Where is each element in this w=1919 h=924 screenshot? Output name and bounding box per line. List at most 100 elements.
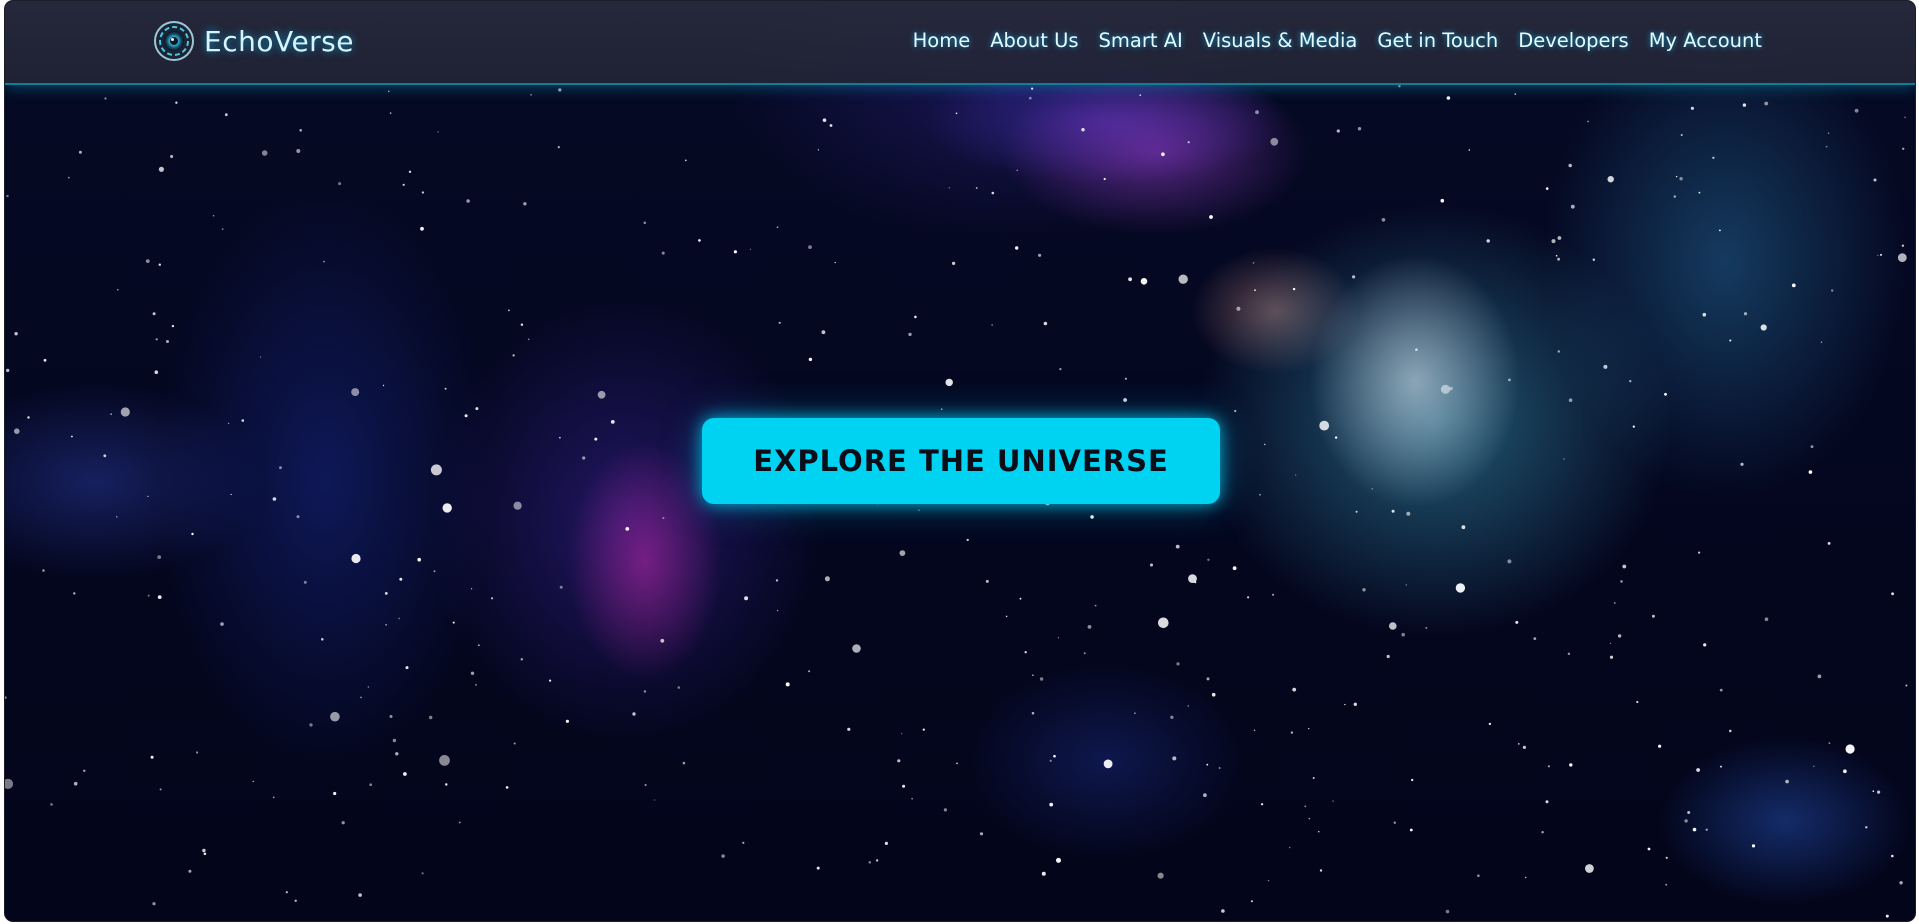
star [1712,156,1715,159]
star [279,466,282,470]
star [1455,583,1466,593]
star [1094,604,1097,607]
star [1178,274,1188,284]
star [1636,700,1639,704]
star [1507,559,1512,564]
star [559,436,561,439]
star [816,866,820,870]
star [120,407,130,417]
star [1680,134,1683,136]
star [1517,743,1520,745]
star [1087,625,1092,629]
star [5,696,7,699]
star [6,368,10,373]
star [1684,819,1688,823]
star [911,797,913,800]
star [1019,597,1022,600]
star [1551,239,1556,244]
star [1690,106,1694,110]
star [1425,626,1428,629]
star [565,719,570,723]
star [191,532,194,536]
star [71,435,73,438]
star [437,131,439,133]
star [475,683,477,686]
star [1053,754,1056,758]
star [1252,262,1255,264]
star [478,644,480,646]
star [227,422,230,425]
star [261,150,268,156]
star [1904,116,1906,119]
star [899,550,906,556]
star [1175,544,1180,549]
nav-link-my-account[interactable]: My Account [1649,26,1762,56]
star [824,576,830,582]
star [1398,84,1401,88]
star [157,555,162,559]
star [1872,790,1875,792]
star [1617,634,1622,638]
nav-link-about-us[interactable]: About Us [990,26,1078,56]
star [1440,384,1451,394]
star [1825,145,1828,148]
star [1557,350,1561,353]
star [1405,584,1408,586]
star [430,464,442,476]
star [1211,692,1216,697]
star [520,323,524,326]
brand[interactable]: EchoVerse [153,19,354,63]
star [1028,96,1032,100]
star [389,112,392,114]
star [902,784,906,788]
star [158,263,161,266]
nav-link-home[interactable]: Home [913,26,971,56]
star [808,357,813,362]
star [956,762,958,765]
star [1295,474,1297,476]
star [1675,175,1678,178]
star [1032,674,1034,676]
star [147,495,149,498]
star [1406,511,1411,516]
star [1545,800,1549,804]
star [212,214,215,217]
star [597,390,606,399]
star [104,97,107,100]
star [632,712,636,716]
star [901,733,903,735]
star [1015,246,1019,250]
star [1831,289,1834,292]
star [512,354,515,357]
nav-link-get-in-touch[interactable]: Get in Touch [1377,26,1498,56]
nav-link-smart-ai[interactable]: Smart AI [1099,26,1183,56]
star [1352,275,1356,279]
star [309,723,313,727]
star [1592,258,1596,261]
star [821,330,826,335]
star [452,621,455,624]
explore-universe-button[interactable]: EXPLORE THE UNIVERSE [702,418,1220,504]
star [1336,129,1340,133]
star [1897,253,1907,262]
star [241,419,245,422]
star [1808,470,1813,474]
star [351,388,360,397]
star [1187,705,1189,707]
star [1209,215,1213,219]
nav-link-visuals-media[interactable]: Visuals & Media [1203,26,1358,56]
star [594,437,598,441]
star [1344,703,1346,706]
star [398,617,400,620]
star [897,759,901,763]
star [530,93,532,96]
star [220,622,224,626]
star [158,166,164,172]
star [1522,745,1526,750]
nav-link-developers[interactable]: Developers [1518,26,1628,56]
star [991,324,993,326]
star [402,183,405,186]
star [558,88,562,92]
star [260,356,262,358]
star [1651,614,1655,618]
